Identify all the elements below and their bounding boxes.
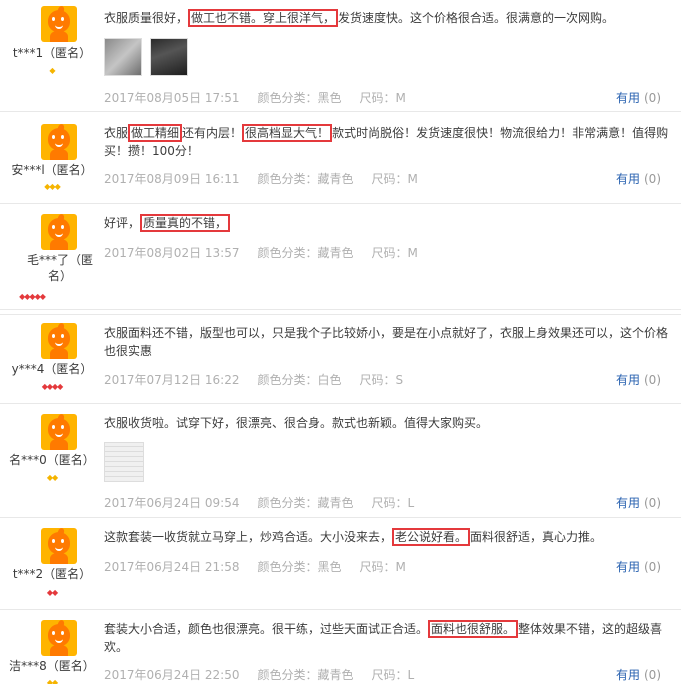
rank-badge: ◆◆◆◆◆ (19, 292, 46, 301)
avatar[interactable] (41, 323, 77, 359)
useful-button[interactable]: 有用 (0) (616, 558, 661, 575)
size-option: 尺码：M (371, 246, 418, 260)
review-content: 套装大小合适，颜色也很漂亮。很干练，过些天面试正合适。 面料也很舒服。 整体效果不错… (104, 620, 663, 654)
review-photos (104, 442, 144, 482)
useful-button[interactable]: 有用 (0) (616, 666, 661, 683)
review-item: 安***l（匿名） ◆◆◆ 衣服 做工精细 还有内层！ 很高档显大气！ 款式时尚脱俗！发… (0, 112, 681, 204)
size-option: 尺码：L (371, 496, 415, 510)
color-option: 颜色分类：藏青色 (257, 496, 354, 510)
reviewer-name: 名***0（匿名） (9, 453, 95, 467)
review-meta: 2017年08月02日 13:57 颜色分类：藏青色 尺码：M (104, 244, 436, 261)
color-option: 颜色分类：藏青色 (257, 246, 354, 260)
photo-thumb[interactable] (104, 38, 142, 76)
rank-badge: ◆◆ (46, 588, 58, 597)
color-option: 颜色分类：白色 (257, 373, 342, 387)
color-option: 颜色分类：黑色 (257, 91, 342, 105)
avatar[interactable] (41, 414, 77, 450)
useful-count: (0) (644, 560, 661, 574)
avatar[interactable] (41, 124, 77, 160)
highlight-box: 做工精细 (128, 124, 183, 142)
useful-count: (0) (644, 172, 661, 186)
reviewer-name: t***2（匿名） (12, 567, 92, 581)
rank-badge: ◆◆ (46, 473, 58, 482)
color-option: 颜色分类：藏青色 (257, 172, 354, 186)
review-date: 2017年06月24日 21:58 (104, 560, 240, 574)
highlight-box: 老公说好看。 (392, 528, 471, 546)
highlight-box: 很高档显大气！ (242, 124, 333, 142)
review-content: 这款套装一收货就立马穿上，炒鸡合适。大小没来去， 老公说好看。 面料很舒适，真心力推… (104, 528, 603, 546)
highlight-box: 做工也不错。穿上很洋气， (188, 9, 339, 27)
reviewer-name: 安***l（匿名） (11, 163, 93, 177)
review-content: 好评， 质量真的不错， (104, 214, 674, 232)
review-content: 衣服质量很好， 做工也不错。穿上很洋气， 发货速度快。这个价格很合适。很满意的一次网… (104, 9, 615, 27)
review-item: 名***0（匿名） ◆◆ 衣服收货啦。试穿下好，很漂亮、很合身。款式也新颖。值得… (0, 404, 681, 518)
rank-badge: ◆◆◆ (44, 182, 61, 191)
reviewer-name: y***4（匿名） (11, 362, 93, 376)
highlight-box: 面料也很舒服。 (428, 620, 519, 638)
review-meta: 2017年06月24日 22:50 颜色分类：藏青色 尺码：L (104, 666, 432, 683)
highlight-box: 质量真的不错， (140, 214, 231, 232)
review-meta: 2017年06月24日 09:54 颜色分类：藏青色 尺码：L (104, 494, 432, 511)
useful-count: (0) (644, 91, 661, 105)
review-content: 衣服 做工精细 还有内层！ 很高档显大气！ 款式时尚脱俗！发货速度很快！物流很给力！非常… (104, 124, 669, 158)
size-option: 尺码：M (359, 91, 406, 105)
rank-badge: ◆◆ (46, 678, 58, 684)
review-date: 2017年08月05日 17:51 (104, 91, 240, 105)
review-item: 洁***8（匿名） ◆◆ 套装大小合适，颜色也很漂亮。很干练，过些天面试正合适。… (0, 610, 681, 684)
review-item: 毛***了（匿名） ◆◆◆◆◆ 好评， 质量真的不错， 2017年08月02日 1… (0, 204, 681, 310)
size-option: 尺码：M (371, 172, 418, 186)
reviewer-name: 洁***8（匿名） (9, 659, 95, 673)
color-option: 颜色分类：藏青色 (257, 668, 354, 682)
size-option: 尺码：L (371, 668, 415, 682)
useful-button[interactable]: 有用 (0) (616, 89, 661, 106)
review-meta: 2017年06月24日 21:58 颜色分类：黑色 尺码：M (104, 558, 424, 575)
useful-count: (0) (644, 496, 661, 510)
rank-badge: ◆◆◆◆ (41, 382, 64, 391)
avatar[interactable] (41, 620, 77, 656)
useful-count: (0) (644, 373, 661, 387)
avatar[interactable] (41, 214, 77, 250)
review-date: 2017年07月12日 16:22 (104, 373, 240, 387)
review-date: 2017年08月09日 16:11 (104, 172, 240, 186)
useful-count: (0) (644, 668, 661, 682)
review-meta: 2017年08月05日 17:51 颜色分类：黑色 尺码：M (104, 89, 424, 106)
review-meta: 2017年07月12日 16:22 颜色分类：白色 尺码：S (104, 371, 421, 388)
reviewer-name: 毛***了（匿名） (26, 253, 93, 283)
review-meta: 2017年08月09日 16:11 颜色分类：藏青色 尺码：M (104, 170, 436, 187)
review-content: 衣服收货啦。试穿下好，很漂亮、很合身。款式也新颖。值得大家购买。 (104, 416, 489, 430)
useful-button[interactable]: 有用 (0) (616, 371, 661, 388)
size-option: 尺码：S (359, 373, 404, 387)
avatar[interactable] (41, 6, 77, 42)
review-item: t***2（匿名） ◆◆ 这款套装一收货就立马穿上，炒鸡合适。大小没来去， 老公说… (0, 518, 681, 610)
avatar[interactable] (41, 528, 77, 564)
photo-thumb[interactable] (150, 38, 188, 76)
review-item: y***4（匿名） ◆◆◆◆ 衣服面料还不错，版型也可以，只是我个子比较娇小，要… (0, 314, 681, 404)
review-item: t***1（匿名） ◆ 衣服质量很好， 做工也不错。穿上很洋气， 发货速度快。这个价… (0, 0, 681, 112)
useful-button[interactable]: 有用 (0) (616, 170, 661, 187)
rank-badge: ◆ (49, 66, 55, 75)
useful-button[interactable]: 有用 (0) (616, 494, 661, 511)
photo-thumb[interactable] (104, 442, 144, 482)
review-date: 2017年06月24日 22:50 (104, 668, 240, 682)
review-photos (104, 38, 188, 76)
review-date: 2017年08月02日 13:57 (104, 246, 240, 260)
size-option: 尺码：M (359, 560, 406, 574)
reviewer-name: t***1（匿名） (12, 46, 92, 60)
color-option: 颜色分类：黑色 (257, 560, 342, 574)
review-date: 2017年06月24日 09:54 (104, 496, 240, 510)
review-content: 衣服面料还不错，版型也可以，只是我个子比较娇小，要是在小点就好了，衣服上身效果还… (104, 326, 669, 358)
